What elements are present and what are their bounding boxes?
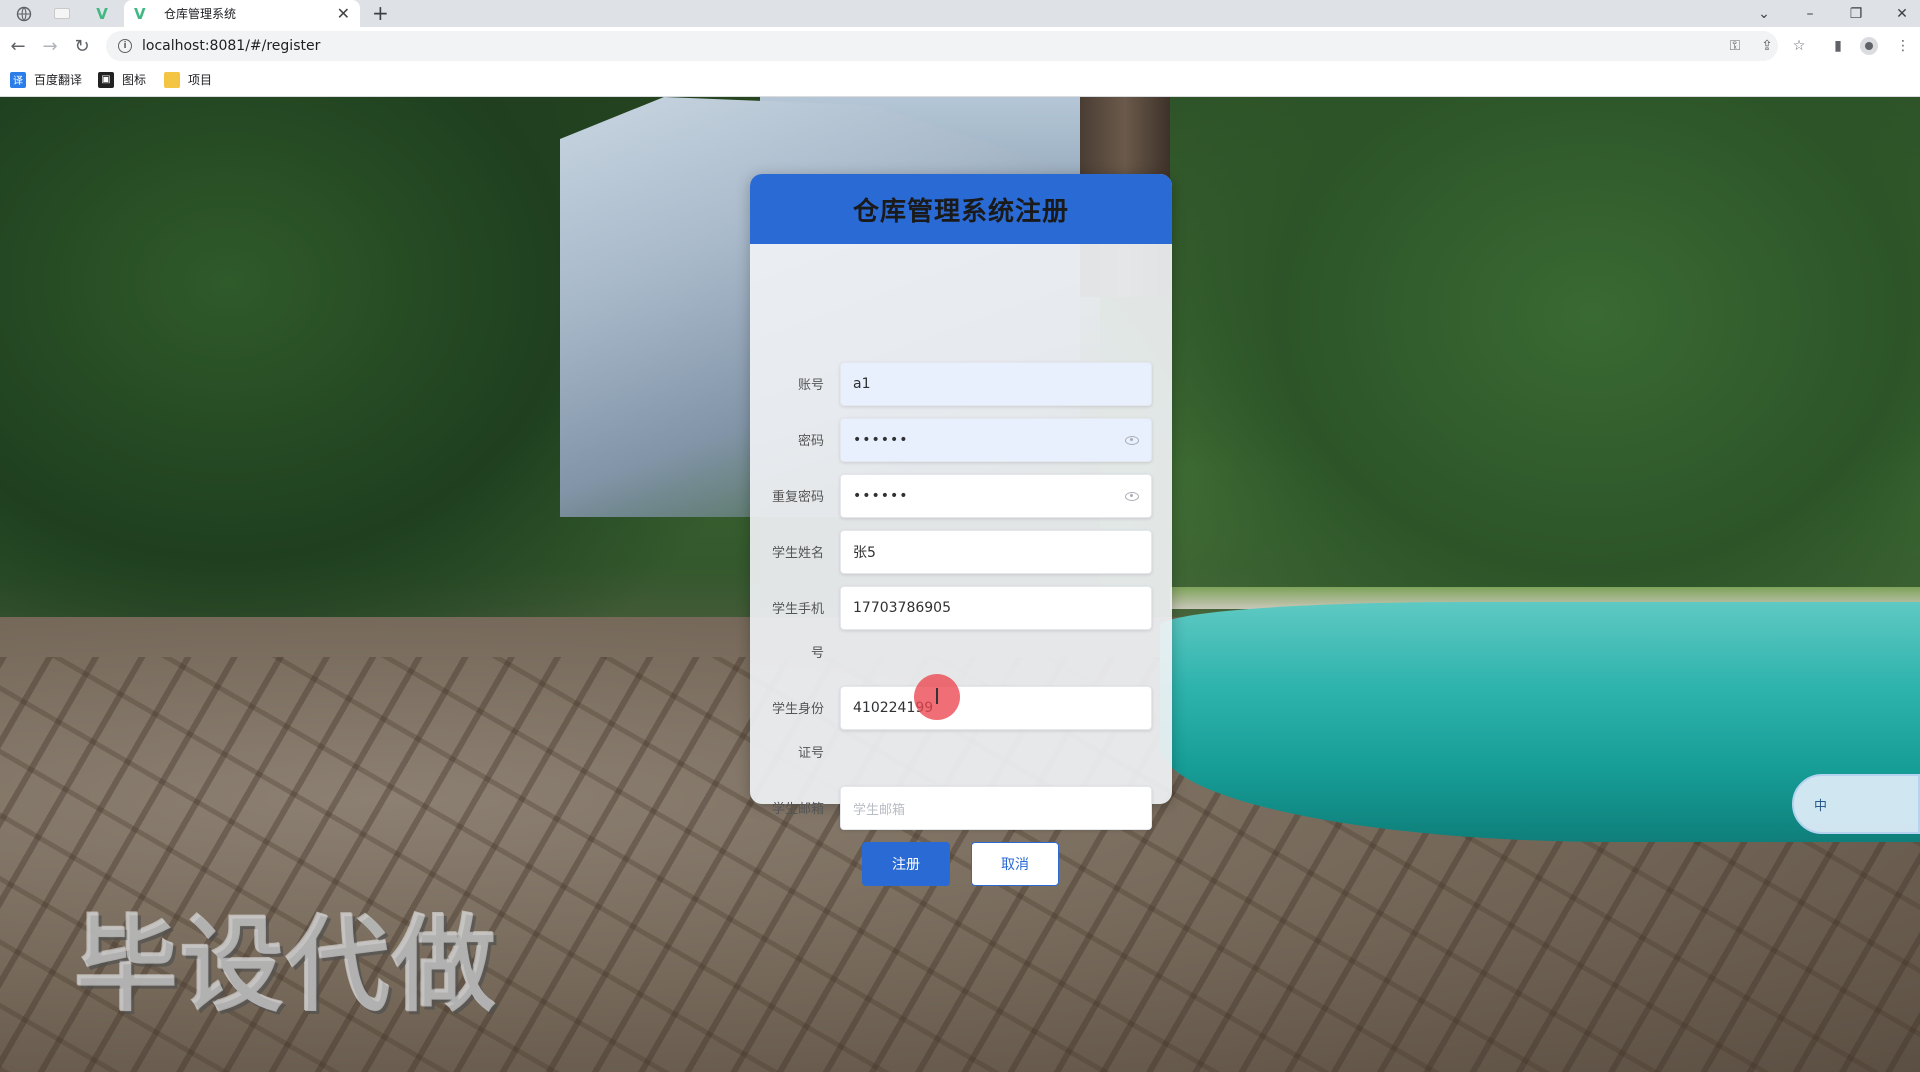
student-phone-label-line2: 号: [810, 646, 824, 661]
student-email-label: 学生邮箱: [771, 802, 824, 817]
student-id-label-line2: 证号: [797, 746, 824, 761]
student-id-value: 410224199: [853, 700, 934, 716]
confirm-password-value: ••••••: [853, 488, 909, 504]
account-label: 账号: [797, 378, 824, 393]
student-name-label: 学生姓名: [771, 546, 824, 561]
translate-icon: 译: [10, 71, 26, 88]
bookmark-label: 项目: [188, 73, 213, 87]
student-name-input[interactable]: 张5: [840, 530, 1152, 574]
vue-logo-icon: V: [134, 4, 146, 23]
student-phone-input[interactable]: 17703786905: [840, 586, 1152, 630]
folder-icon: [164, 71, 180, 88]
browser-toolbar: ← → ↻ i localhost:8081/#/register ⚿ ⇪ ☆ …: [0, 27, 1920, 64]
cancel-button[interactable]: 取消: [971, 842, 1059, 886]
student-id-input[interactable]: 410224199: [840, 686, 1152, 730]
account-value: a1: [853, 376, 871, 392]
active-tab[interactable]: V 仓库管理系统 ✕: [124, 0, 360, 27]
student-email-input[interactable]: 学生邮箱: [840, 786, 1152, 830]
student-phone-label-line1: 学生手机: [771, 602, 824, 617]
bookmark-projects[interactable]: 项目: [164, 71, 212, 88]
site-info-icon[interactable]: i: [118, 39, 132, 53]
page-title: 仓库管理系统注册: [852, 196, 1069, 227]
reload-icon[interactable]: ↻: [70, 34, 94, 58]
menu-dots-icon[interactable]: ⋮: [1892, 35, 1914, 57]
globe-tab-icon[interactable]: [6, 2, 42, 25]
student-phone-value: 17703786905: [853, 600, 951, 616]
password-label: 密码: [797, 434, 824, 449]
ime-status-widget[interactable]: 中: [1792, 774, 1920, 834]
bookmark-star-icon[interactable]: ☆: [1788, 35, 1810, 57]
bookmarks-bar: 译 百度翻译 ▣ 图标 项目: [0, 64, 1920, 97]
profile-avatar-icon[interactable]: [1858, 35, 1880, 57]
watermark-text: 毕设代做: [74, 904, 499, 1026]
bookmark-baidu-translate[interactable]: 译 百度翻译: [10, 71, 82, 88]
register-button[interactable]: 注册: [862, 842, 950, 886]
bookmark-label: 图标: [122, 73, 147, 87]
confirm-password-input[interactable]: ••••••: [840, 474, 1152, 518]
blank-tab-icon[interactable]: [44, 2, 80, 25]
side-panel-icon[interactable]: ▮: [1827, 35, 1849, 57]
back-icon[interactable]: ←: [6, 34, 30, 58]
tab-close-icon[interactable]: ✕: [337, 4, 350, 23]
confirm-password-label: 重复密码: [771, 490, 824, 505]
url-text: localhost:8081/#/register: [142, 38, 321, 54]
key-icon[interactable]: ⚿: [1724, 35, 1746, 57]
new-tab-icon[interactable]: +: [372, 1, 389, 25]
restore-icon[interactable]: ❐: [1834, 0, 1878, 27]
account-input[interactable]: a1: [840, 362, 1152, 406]
window-close-icon[interactable]: ✕: [1880, 0, 1920, 27]
image-icon: ▣: [98, 71, 114, 88]
browser-tab-bar: V V 仓库管理系统 ✕ + ⌄ – ❐ ✕: [0, 0, 1920, 27]
student-name-value: 张5: [853, 545, 876, 561]
bookmark-label: 百度翻译: [34, 73, 83, 87]
minimize-icon[interactable]: –: [1788, 0, 1832, 27]
tab-search-icon[interactable]: ⌄: [1742, 0, 1786, 27]
vue-tab-icon[interactable]: V: [84, 2, 120, 25]
form-row-student-id-wrap: 证号: [750, 742, 1172, 766]
text-cursor-icon: [936, 688, 938, 704]
form-row-student-phone-wrap: 号: [750, 642, 1172, 666]
show-password-eye-icon[interactable]: [1125, 435, 1139, 445]
password-value: ••••••: [853, 432, 909, 448]
tab-title: 仓库管理系统: [164, 7, 237, 21]
share-icon[interactable]: ⇪: [1756, 35, 1778, 57]
forward-icon[interactable]: →: [38, 34, 62, 58]
show-confirm-password-eye-icon[interactable]: [1125, 491, 1139, 501]
ime-mode-label: 中: [1814, 798, 1828, 814]
password-input[interactable]: ••••••: [840, 418, 1152, 462]
register-card-header: 仓库管理系统注册: [750, 174, 1172, 244]
student-email-placeholder: 学生邮箱: [853, 802, 906, 818]
address-bar[interactable]: i localhost:8081/#/register: [106, 31, 1778, 61]
student-id-label-line1: 学生身份: [771, 702, 824, 717]
bookmark-icons[interactable]: ▣ 图标: [98, 71, 146, 88]
